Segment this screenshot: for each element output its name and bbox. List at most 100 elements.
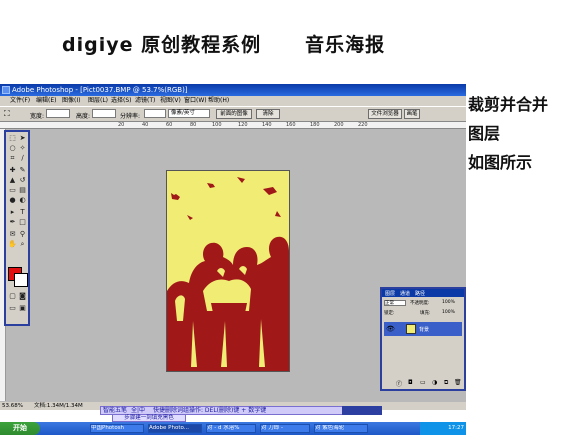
taskbar-item-active[interactable]: Adobe Photo... <box>148 424 202 433</box>
history-brush-icon[interactable]: ↺ <box>18 176 27 184</box>
fill-value[interactable]: 100% <box>442 310 455 315</box>
taskbar-item[interactable]: 对 紫色海轮 <box>314 424 368 433</box>
blur-tool-icon[interactable]: ● <box>8 196 17 204</box>
taskbar-item[interactable]: 中国Photosh <box>90 424 144 433</box>
menu-layer[interactable]: 图层(L) <box>88 96 108 106</box>
taskbar-item[interactable]: 对 刀郎 - <box>260 424 310 433</box>
photoshop-icon <box>2 86 10 94</box>
ruler-tick: 200 <box>334 122 344 128</box>
horizontal-ruler: 20 40 60 80 100 120 140 160 180 200 220 <box>0 122 466 129</box>
note-line-1: 裁剪并合并 <box>468 95 549 114</box>
start-button[interactable]: 开始 <box>0 422 40 435</box>
clock[interactable]: 17:27 <box>448 425 464 431</box>
crop-icon[interactable]: ⌗ <box>8 154 17 162</box>
options-bar: ⛶ 宽度: 高度: 分辨率: 像素/英寸 前面的图像 清除 文件浏览器 画笔 <box>0 106 466 122</box>
move-tool-icon[interactable]: ➤ <box>18 134 27 142</box>
taskbar: 开始 中国Photosh Adobe Photo... 对 - d 水溶% 对 … <box>0 422 466 435</box>
mask-icon[interactable]: ◘ <box>408 379 413 386</box>
layers-panel-tabs: 图层 通道 路径 <box>382 289 464 297</box>
tab-paths[interactable]: 路径 <box>415 290 425 297</box>
menu-edit[interactable]: 编辑(E) <box>36 96 56 106</box>
side-notes: 裁剪并合并 图层 如图所示 <box>468 90 580 177</box>
opacity-value[interactable]: 100% <box>442 300 455 305</box>
front-image-button[interactable]: 前面的图像 <box>216 109 252 119</box>
taskbar-item[interactable]: 对 - d 水溶% <box>206 424 256 433</box>
lock-label: 锁定: <box>384 311 395 316</box>
menu-window[interactable]: 窗口(W) <box>184 96 207 106</box>
menu-view[interactable]: 视图(V) <box>160 96 181 106</box>
poster-canvas[interactable] <box>166 170 290 372</box>
notes-tool-icon[interactable]: ✉ <box>8 230 17 238</box>
window-titlebar[interactable]: Adobe Photoshop - [Pict0037.BMP @ 53.7%(… <box>0 84 466 96</box>
stamp-tool-icon[interactable]: ▲ <box>8 176 17 184</box>
trash-icon[interactable]: 🗑 <box>454 379 462 386</box>
shape-tool-icon[interactable]: □ <box>18 218 27 226</box>
ruler-tick: 220 <box>358 122 368 128</box>
crop-tool-icon[interactable]: ⛶ <box>4 109 10 119</box>
menu-file[interactable]: 文件(F) <box>10 96 30 106</box>
layer-thumbnail <box>406 324 416 334</box>
ime-mode[interactable]: 全|中 <box>131 407 145 414</box>
width-field[interactable] <box>46 109 70 118</box>
brush-tool-icon[interactable]: ✎ <box>18 166 27 174</box>
standard-mode-icon[interactable]: ▢ <box>8 292 17 300</box>
resolution-field[interactable] <box>144 109 166 118</box>
hand-tool-icon[interactable]: ✋ <box>8 240 17 248</box>
type-tool-icon[interactable]: T <box>18 208 27 216</box>
layer-row-background[interactable]: 👁 背景 <box>384 322 462 336</box>
height-field[interactable] <box>92 109 116 118</box>
ruler-tick: 120 <box>238 122 248 128</box>
slice-tool-icon[interactable]: ∕ <box>18 154 27 162</box>
ruler-tick: 40 <box>142 122 149 128</box>
ruler-tick: 180 <box>310 122 320 128</box>
slide-title-text: digiye 原创教程系例 <box>62 34 262 56</box>
zoom-level[interactable]: 53.68% <box>2 402 23 410</box>
fullscreen-mode-icon[interactable]: ▣ <box>18 304 27 312</box>
gradient-tool-icon[interactable]: ▤ <box>18 186 27 194</box>
layer-style-icon[interactable]: ⓕ <box>396 379 402 388</box>
menu-bar: 文件(F) 编辑(E) 图像(I) 图层(L) 选择(S) 滤镜(T) 视图(V… <box>0 96 466 106</box>
blend-mode-select[interactable]: 正常 <box>384 300 406 306</box>
eraser-tool-icon[interactable]: ▭ <box>8 186 17 194</box>
menu-select[interactable]: 选择(S) <box>111 96 132 106</box>
lasso-tool-icon[interactable]: ○ <box>8 144 17 152</box>
dodge-tool-icon[interactable]: ◐ <box>18 196 27 204</box>
path-select-icon[interactable]: ▸ <box>8 208 17 216</box>
zoom-tool-icon[interactable]: ⌕ <box>18 240 27 248</box>
menu-filter[interactable]: 滤镜(T) <box>135 96 155 106</box>
brush-tab[interactable]: 画笔 <box>404 109 420 119</box>
ruler-tick: 160 <box>286 122 296 128</box>
clear-button[interactable]: 清除 <box>256 109 280 119</box>
screen-mode-icon[interactable]: ▭ <box>8 304 17 312</box>
background-color-swatch[interactable] <box>14 273 28 287</box>
quickmask-mode-icon[interactable]: ◙ <box>18 292 27 300</box>
toolbox: ⬚ ➤ ○ ✧ ⌗ ∕ ✚ ✎ ▲ ↺ ▭ ▤ ● ◐ ▸ T ✒ □ ✉ ⚲ … <box>4 130 30 326</box>
menu-help[interactable]: 帮助(H) <box>208 96 229 106</box>
new-layer-icon[interactable]: ⧉ <box>444 379 448 387</box>
pen-tool-icon[interactable]: ✒ <box>8 218 17 226</box>
tab-layers[interactable]: 图层 <box>385 290 395 297</box>
eyedropper-icon[interactable]: ⚲ <box>18 230 27 238</box>
set-icon[interactable]: ▭ <box>420 379 426 386</box>
ruler-tick: 60 <box>166 122 173 128</box>
menu-image[interactable]: 图像(I) <box>62 96 80 106</box>
file-browser-tab[interactable]: 文件浏览器 <box>368 109 402 119</box>
marquee-tool-icon[interactable]: ⬚ <box>8 134 17 142</box>
ime-name[interactable]: 智能五笔 <box>103 407 127 414</box>
ime-candidate: 步骤建一到填充黑色 <box>112 414 186 422</box>
slide-title: digiye 原创教程系例 音乐海报 <box>62 30 385 57</box>
layer-options-row: 正常 不透明度: 100% <box>384 300 462 307</box>
layer-name[interactable]: 背景 <box>419 326 429 333</box>
magic-wand-icon[interactable]: ✧ <box>18 144 27 152</box>
adjustment-icon[interactable]: ◑ <box>432 379 437 386</box>
fill-label: 填充: <box>420 311 431 316</box>
ime-toolbar-icons[interactable] <box>342 406 382 415</box>
opacity-label: 不透明度: <box>410 301 430 306</box>
eye-icon[interactable]: 👁 <box>386 325 395 333</box>
note-line-2: 图层 <box>468 124 501 143</box>
layer-lock-row: 锁定: 填充: 100% <box>384 310 462 317</box>
tab-channels[interactable]: 通道 <box>400 290 410 297</box>
unit-select[interactable]: 像素/英寸 <box>168 109 210 118</box>
system-tray: 17:27 <box>420 422 466 435</box>
healing-brush-icon[interactable]: ✚ <box>8 166 17 174</box>
